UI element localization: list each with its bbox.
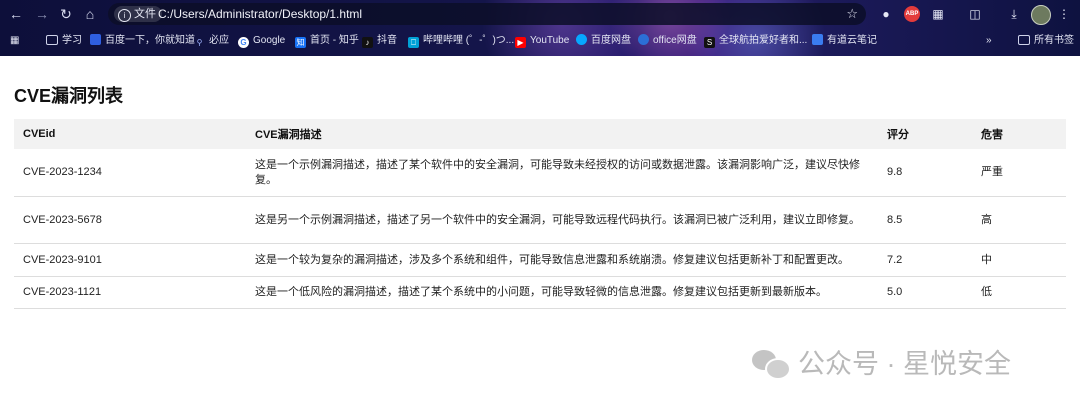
table-body: CVE-2023-1234 这是一个示例漏洞描述，描述了某个软件中的安全漏洞，可…: [14, 149, 1066, 309]
header-cveid: CVEid: [14, 119, 246, 149]
bilibili-icon: ⎕: [408, 37, 419, 48]
google-icon: G: [238, 37, 249, 48]
bookmark-label: 百度网盘: [591, 35, 631, 46]
bookmark-youdao[interactable]: 有道云笔记: [812, 33, 877, 49]
douyin-icon: ♪: [362, 37, 373, 48]
bookmark-label: 必应: [209, 35, 229, 46]
cell-description: 这是另一个示例漏洞描述，描述了另一个软件中的安全漏洞，可能导致远程代码执行。该漏…: [246, 196, 878, 244]
header-description: CVE漏洞描述: [246, 119, 878, 149]
menu-dots-icon[interactable]: ⋮: [1058, 5, 1070, 23]
info-icon: i: [118, 9, 131, 22]
note-icon: [812, 34, 823, 45]
table-row: CVE-2023-9101 这是一个较为复杂的漏洞描述，涉及多个系统和组件，可能…: [14, 243, 1066, 277]
folder-icon: [1018, 35, 1030, 45]
bookmark-label: 学习: [62, 35, 82, 46]
address-url[interactable]: C:/Users/Administrator/Desktop/1.html: [158, 6, 362, 22]
cell-severity: 严重: [972, 149, 1066, 197]
bookmark-label: 所有书签: [1034, 35, 1074, 46]
bookmark-baidu-netdisk[interactable]: 百度网盘: [576, 33, 631, 49]
cell-severity: 中: [972, 243, 1066, 277]
bookmark-label: Google: [253, 35, 286, 46]
cell-description: 这是一个示例漏洞描述，描述了某个软件中的安全漏洞，可能导致未经授权的访问或数据泄…: [246, 149, 878, 197]
page-title: CVE漏洞列表: [14, 86, 124, 106]
bookmark-label: 百度一下，你就知道: [105, 35, 195, 46]
bookmark-label: 哔哩哔哩 (゜-゜)つ...: [423, 35, 515, 46]
header-severity: 危害: [972, 119, 1066, 149]
table-row: CVE-2023-1121 这是一个低风险的漏洞描述，描述了某个系统中的小问题，…: [14, 276, 1066, 309]
cell-score: 7.2: [878, 243, 972, 277]
bookmark-aerial[interactable]: S 全球航拍爱好者和...: [704, 33, 807, 49]
cell-description: 这是一个较为复杂的漏洞描述，涉及多个系统和组件，可能导致信息泄露和系统崩溃。修复…: [246, 243, 878, 277]
apps-grid-icon[interactable]: ▦: [10, 33, 19, 49]
forward-arrow-icon[interactable]: →: [32, 4, 52, 24]
cell-cveid: CVE-2023-5678: [14, 196, 246, 244]
home-icon[interactable]: ⌂: [80, 4, 100, 24]
address-bar[interactable]: i 文件 C:/Users/Administrator/Desktop/1.htm…: [108, 3, 866, 25]
cell-cveid: CVE-2023-9101: [14, 243, 246, 277]
bookmark-label: 首页 - 知乎: [310, 35, 359, 46]
baidu-icon: [90, 34, 101, 45]
site-info-label: 文件: [134, 8, 156, 20]
extension-dark-icon[interactable]: ●: [878, 5, 894, 23]
back-arrow-icon[interactable]: ←: [6, 4, 26, 24]
bookmark-youtube[interactable]: ▶ YouTube: [515, 33, 569, 49]
search-icon: ⚲: [196, 38, 203, 47]
cell-description: 这是一个低风险的漏洞描述，描述了某个系统中的小问题，可能导致轻微的信息泄露。修复…: [246, 276, 878, 309]
bookmark-label: 抖音: [377, 35, 397, 46]
cell-score: 5.0: [878, 276, 972, 309]
profile-avatar[interactable]: [1031, 5, 1051, 25]
cell-cveid: CVE-2023-1234: [14, 149, 246, 197]
bookmark-bilibili[interactable]: ⎕ 哔哩哔哩 (゜-゜)つ...: [408, 33, 514, 49]
watermark-text: 公众号 · 星悦安全: [798, 349, 1011, 379]
bookmark-douyin[interactable]: ♪ 抖音: [362, 33, 397, 49]
table-row: CVE-2023-5678 这是另一个示例漏洞描述，描述了另一个软件中的安全漏洞…: [14, 196, 1066, 244]
bookmark-bing[interactable]: ⚲ 必应: [194, 33, 229, 49]
folder-icon: [46, 35, 58, 45]
table-row: CVE-2023-1234 这是一个示例漏洞描述，描述了某个软件中的安全漏洞，可…: [14, 149, 1066, 197]
youtube-icon: ▶: [515, 37, 526, 48]
cve-table: CVEid CVE漏洞描述 评分 危害 CVE-2023-1234 这是一个示例…: [14, 119, 1066, 309]
browser-chrome: ← → ↻ ⌂ i 文件 C:/Users/Administrator/Deskt…: [0, 0, 1080, 56]
site-s-icon: S: [704, 37, 715, 48]
extensions-puzzle-icon[interactable]: ▦: [930, 5, 946, 23]
header-score: 评分: [878, 119, 972, 149]
bookmark-star-icon[interactable]: ☆: [846, 5, 858, 23]
bookmark-label: office网盘: [653, 35, 697, 46]
cell-severity: 高: [972, 196, 1066, 244]
bookmark-baidu[interactable]: 百度一下，你就知道: [90, 33, 195, 49]
browser-toolbar: ← → ↻ ⌂ i 文件 C:/Users/Administrator/Deskt…: [0, 0, 1080, 28]
reading-mode-icon[interactable]: ◫: [966, 5, 984, 23]
bookmarks-bar: ▦ 学习 百度一下，你就知道 ⚲ 必应 G Google 知首页 - 知乎 ♪ 抖音 …: [0, 30, 1080, 52]
bookmark-label: 有道云笔记: [827, 35, 877, 46]
cell-score: 8.5: [878, 196, 972, 244]
bookmark-google[interactable]: G Google: [238, 33, 285, 49]
cell-cveid: CVE-2023-1121: [14, 276, 246, 309]
cell-score: 9.8: [878, 149, 972, 197]
office-icon: [638, 34, 649, 45]
bookmarks-overflow-button[interactable]: »: [986, 33, 992, 49]
adblock-plus-icon[interactable]: ABP: [904, 6, 920, 22]
cell-severity: 低: [972, 276, 1066, 309]
table-header: CVEid CVE漏洞描述 评分 危害: [14, 119, 1066, 149]
bookmark-label: 全球航拍爱好者和...: [719, 35, 808, 46]
header-row: CVEid CVE漏洞描述 评分 危害: [14, 119, 1066, 149]
site-info-chip[interactable]: i 文件: [114, 6, 162, 22]
cloud-icon: [576, 34, 587, 45]
bookmark-zhihu[interactable]: 知首页 - 知乎: [295, 33, 359, 49]
reload-icon[interactable]: ↻: [56, 4, 76, 24]
bookmark-study[interactable]: 学习: [46, 33, 82, 49]
download-icon[interactable]: ⤓: [1006, 5, 1022, 23]
watermark: 公众号 · 星悦安全: [752, 346, 1011, 382]
wechat-icon: [752, 348, 791, 380]
bookmark-office[interactable]: office网盘: [638, 33, 697, 49]
all-bookmarks-button[interactable]: 所有书签: [1018, 33, 1074, 49]
zhihu-icon: 知: [295, 37, 306, 48]
bookmark-label: YouTube: [530, 35, 570, 46]
